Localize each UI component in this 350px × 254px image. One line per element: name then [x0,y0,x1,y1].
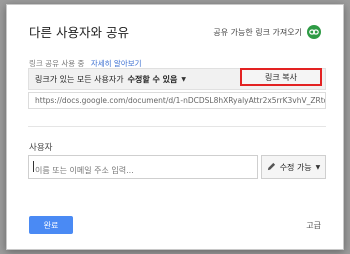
get-link-label: 공유 가능한 링크 가져오기 [213,27,302,37]
text-cursor [33,161,34,172]
learn-more-link[interactable]: 자세히 알아보기 [91,59,142,68]
status-text: 링크 공유 사용 중 [29,59,85,68]
dialog-title: 다른 사용자와 공유 [29,25,129,40]
get-shareable-link-button[interactable]: 공유 가능한 링크 가져오기 [213,25,321,39]
permission-label: 수정 가능 [279,162,312,172]
people-label: 사용자 [29,143,53,153]
access-level: 수정할 수 있음 [127,75,178,84]
permission-dropdown[interactable]: 수정 가능 ▼ [261,155,326,179]
caret-down-icon: ▼ [315,163,321,171]
link-icon [307,25,321,39]
advanced-link[interactable]: 고급 [306,220,321,231]
people-input[interactable] [28,155,258,179]
access-prefix: 링크가 있는 모든 사용자가 [35,75,124,84]
copy-link-button[interactable]: 링크 복사 [240,68,322,86]
done-button[interactable]: 완료 [29,216,73,234]
pencil-icon [267,162,276,173]
share-dialog: 다른 사용자와 공유 공유 가능한 링크 가져오기 링크 공유 사용 중 자세히… [6,4,344,250]
access-level-dropdown[interactable]: 링크가 있는 모든 사용자가 수정할 수 있음 ▼ [35,74,186,85]
caret-down-icon: ▼ [181,76,186,83]
share-url-field[interactable]: https://docs.google.com/document/d/1-nDC… [28,92,326,109]
section-divider [28,126,326,127]
